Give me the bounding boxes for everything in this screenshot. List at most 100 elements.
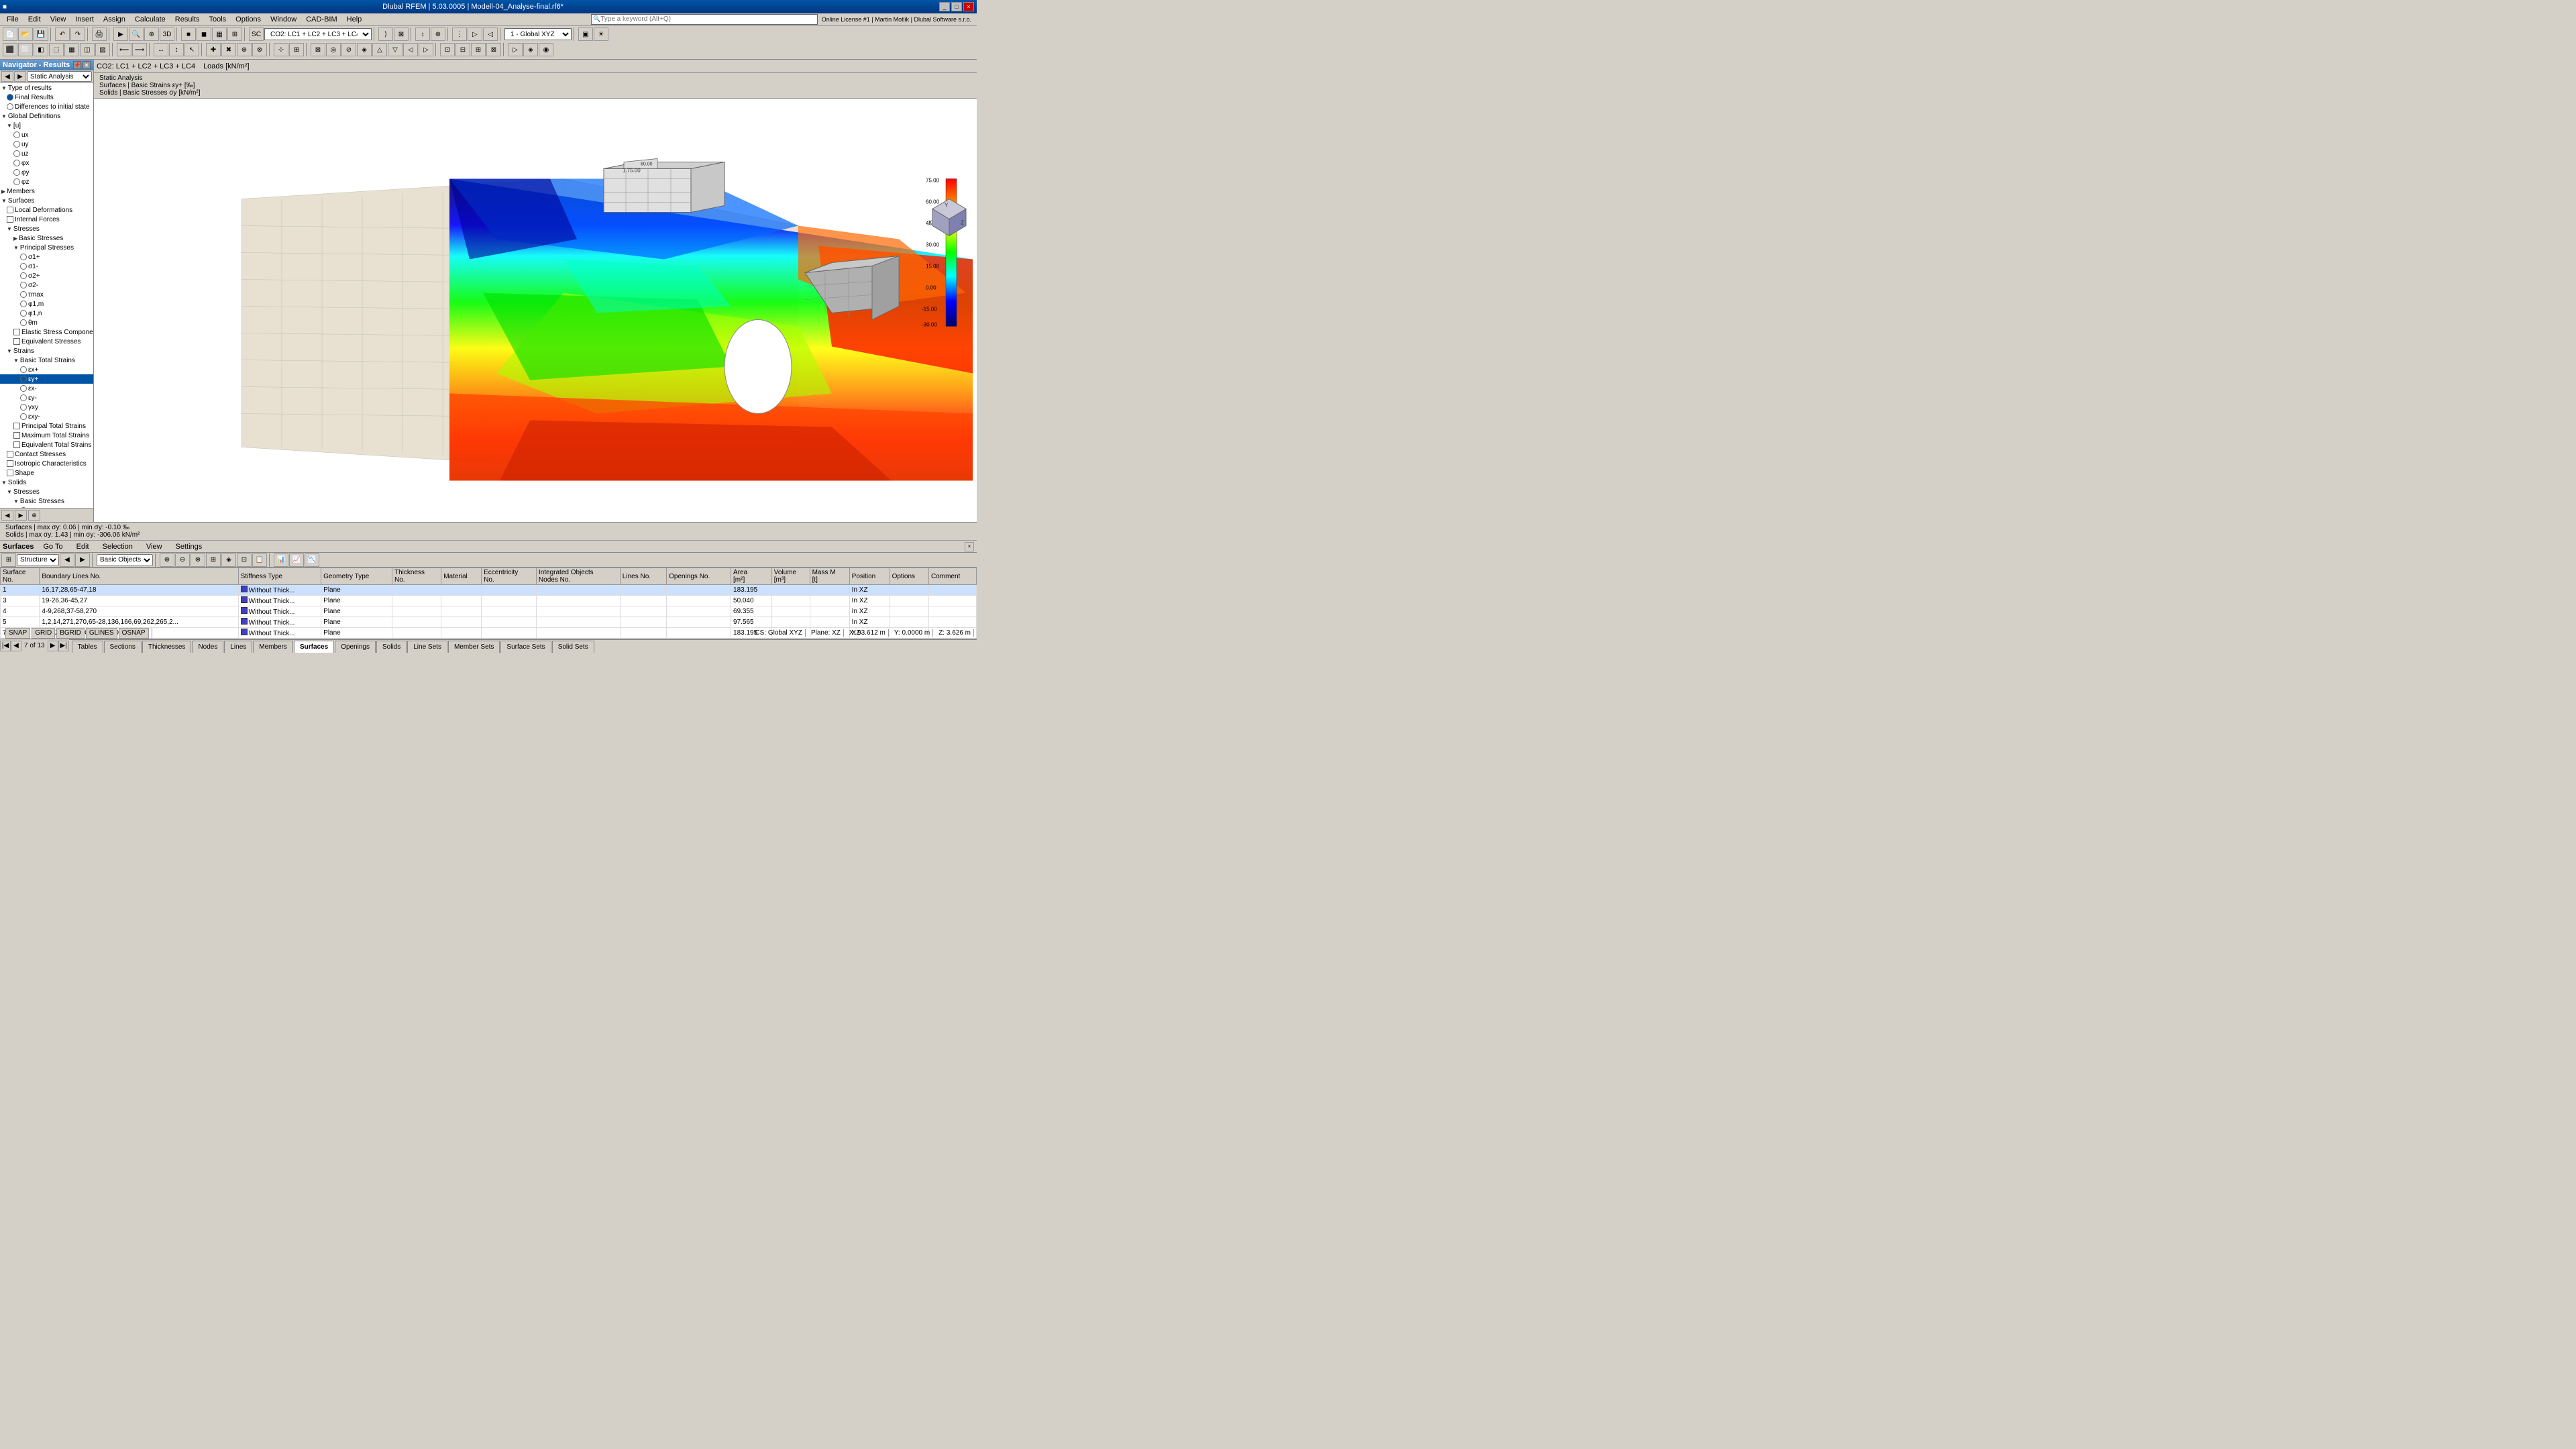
- osnap-button[interactable]: OSNAP: [119, 628, 149, 639]
- tb2-btn-6[interactable]: ◫: [80, 43, 95, 56]
- table-tb-btn-5[interactable]: ⊖: [175, 553, 190, 567]
- nav-strains[interactable]: ▼ Strains: [0, 346, 93, 356]
- menu-cad-bim[interactable]: CAD-BIM: [302, 15, 341, 24]
- nav-ey-minus[interactable]: εy-: [0, 393, 93, 402]
- table-tb-btn-11[interactable]: 📊: [274, 553, 288, 567]
- nav-sigma2-plus[interactable]: σ2+: [0, 271, 93, 280]
- tb2-btn-16[interactable]: ⊗: [252, 43, 267, 56]
- tab-thicknesses[interactable]: Thicknesses: [142, 641, 192, 653]
- table-tb-btn-9[interactable]: ⊡: [237, 553, 252, 567]
- nav-local-deformations[interactable]: Local Deformations: [0, 205, 93, 215]
- tb2-btn-22[interactable]: ▽: [388, 43, 402, 56]
- select-button[interactable]: ▶: [113, 28, 128, 41]
- menu-results[interactable]: Results: [171, 15, 204, 24]
- tab-members[interactable]: Members: [253, 641, 293, 653]
- tb2-btn-4[interactable]: ⬚: [49, 43, 64, 56]
- nav-sigma1-plus[interactable]: σ1+: [0, 252, 93, 262]
- tb2-btn-26[interactable]: ⊟: [455, 43, 470, 56]
- col-eccentricity[interactable]: EccentricityNo.: [482, 568, 537, 585]
- zoom-all-button[interactable]: ⊕: [144, 28, 159, 41]
- nav-internal-forces[interactable]: Internal Forces: [0, 215, 93, 224]
- tb-btn-12[interactable]: ◁: [483, 28, 498, 41]
- nav-equiv-stresses[interactable]: Equivalent Stresses: [0, 337, 93, 346]
- col-material[interactable]: Material: [441, 568, 482, 585]
- tb-btn-8[interactable]: ↕: [415, 28, 430, 41]
- tb-btn-2[interactable]: ◼: [197, 28, 211, 41]
- nav-close-button[interactable]: ×: [83, 61, 91, 69]
- col-position[interactable]: Position: [849, 568, 890, 585]
- tab-surfaces[interactable]: Surfaces: [294, 641, 334, 653]
- minimize-button[interactable]: _: [939, 2, 950, 11]
- nav-final-results[interactable]: Final Results: [0, 93, 93, 102]
- nav-equiv-total-strains[interactable]: Equivalent Total Strains: [0, 440, 93, 449]
- structure-select[interactable]: Structure: [17, 554, 59, 566]
- tb2-btn-13[interactable]: ✚: [206, 43, 221, 56]
- nav-exy-minus[interactable]: εxy-: [0, 412, 93, 421]
- tb2-btn-3[interactable]: ◧: [34, 43, 48, 56]
- table-menu-goto[interactable]: Go To: [39, 542, 66, 551]
- menu-tools[interactable]: Tools: [205, 15, 230, 24]
- nav-members[interactable]: ▶ Members: [0, 186, 93, 196]
- nav-global-def[interactable]: ▼ Global Definitions: [0, 111, 93, 121]
- tb2-btn-21[interactable]: △: [372, 43, 387, 56]
- col-geometry-type[interactable]: Geometry Type: [321, 568, 392, 585]
- tb2-btn-23[interactable]: ◁: [403, 43, 418, 56]
- redo-button[interactable]: ↷: [70, 28, 85, 41]
- nav-bottom-btn-3[interactable]: ⊕: [28, 510, 40, 521]
- table-tb-btn-7[interactable]: ⊞: [206, 553, 221, 567]
- menu-edit[interactable]: Edit: [24, 15, 45, 24]
- tb2-btn-14[interactable]: ✖: [221, 43, 236, 56]
- nav-last-button[interactable]: ▶|: [58, 641, 69, 651]
- table-tb-btn-3[interactable]: ▶: [75, 553, 90, 567]
- tb2-btn-12[interactable]: ↖: [184, 43, 199, 56]
- nav-shape[interactable]: Shape: [0, 468, 93, 478]
- menu-help[interactable]: Help: [343, 15, 366, 24]
- col-boundary-lines[interactable]: Boundary Lines No.: [40, 568, 238, 585]
- tab-openings[interactable]: Openings: [335, 641, 376, 653]
- tb-btn-11[interactable]: ▷: [468, 28, 482, 41]
- nav-uy[interactable]: uy: [0, 140, 93, 149]
- col-nodes-no[interactable]: Integrated ObjectsNodes No.: [536, 568, 620, 585]
- tab-lines[interactable]: Lines: [224, 641, 252, 653]
- col-openings-no[interactable]: Openings No.: [667, 568, 731, 585]
- open-button[interactable]: 📂: [18, 28, 33, 41]
- tb2-btn-31[interactable]: ◉: [539, 43, 553, 56]
- tb-btn-9[interactable]: ⊕: [431, 28, 445, 41]
- nav-sigma1-minus[interactable]: σ1-: [0, 262, 93, 271]
- nav-section-select[interactable]: Static Analysis: [27, 71, 92, 82]
- tab-sections[interactable]: Sections: [104, 641, 142, 653]
- tb-btn-7[interactable]: ⊠: [394, 28, 409, 41]
- nav-tau-max[interactable]: τmax: [0, 290, 93, 299]
- tab-surface-sets[interactable]: Surface Sets: [500, 641, 551, 653]
- tb2-btn-9[interactable]: ⟶: [132, 43, 147, 56]
- viewport-content[interactable]: 1.75.00 60.00: [94, 99, 977, 522]
- col-thickness[interactable]: ThicknessNo.: [392, 568, 441, 585]
- nav-back-button[interactable]: ◀: [1, 71, 13, 82]
- co-combo[interactable]: CO2: LC1 + LC2 + LC3 + LC4: [264, 28, 372, 40]
- table-tb-btn-4[interactable]: ⊕: [160, 553, 174, 567]
- nav-differences[interactable]: Differences to initial state: [0, 102, 93, 111]
- view3d-button[interactable]: 3D: [160, 28, 174, 41]
- nav-theta-m[interactable]: θm: [0, 318, 93, 327]
- tb2-btn-17[interactable]: ⊠: [311, 43, 325, 56]
- tb2-btn-1[interactable]: ⬛: [3, 43, 17, 56]
- search-bar[interactable]: 🔍: [591, 14, 818, 25]
- table-menu-view[interactable]: View: [142, 542, 166, 551]
- window-controls[interactable]: _ □ ×: [939, 2, 974, 11]
- nav-phi-x[interactable]: φx: [0, 158, 93, 168]
- table-menu-selection[interactable]: Selection: [99, 542, 137, 551]
- view-combo[interactable]: 1 - Global XYZ: [504, 28, 572, 40]
- tb2-btn-20[interactable]: ◈: [357, 43, 372, 56]
- menu-calculate[interactable]: Calculate: [131, 15, 170, 24]
- tb2-btn-19[interactable]: ⊘: [341, 43, 356, 56]
- col-area[interactable]: Area[m²]: [731, 568, 772, 585]
- nav-phi-z[interactable]: φz: [0, 177, 93, 186]
- tb-light-btn[interactable]: ☀: [594, 28, 608, 41]
- nav-phi1n[interactable]: φ1,n: [0, 309, 93, 318]
- undo-button[interactable]: ↶: [55, 28, 70, 41]
- tb2-btn-8[interactable]: ⟵: [117, 43, 131, 56]
- col-volume[interactable]: Volume[m³]: [771, 568, 810, 585]
- grid-button[interactable]: GRID: [32, 628, 55, 639]
- table-menu-edit[interactable]: Edit: [72, 542, 93, 551]
- nav-basic-total-strains[interactable]: ▼ Basic Total Strains: [0, 356, 93, 365]
